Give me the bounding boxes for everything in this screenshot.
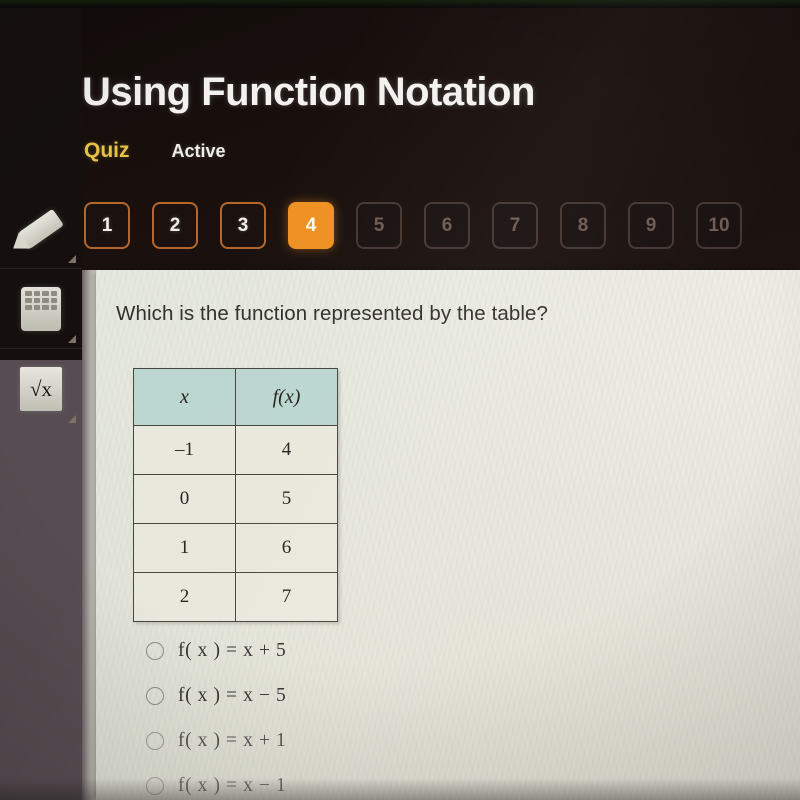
- quiz-status-row: Quiz Active: [84, 139, 226, 163]
- radio-button-icon[interactable]: [146, 731, 164, 750]
- radio-button-icon[interactable]: [146, 686, 164, 705]
- pagination-item-5: 5: [356, 202, 402, 249]
- table-row: 0 5: [133, 474, 338, 524]
- pagination-item-4-active[interactable]: 4: [288, 202, 334, 249]
- answer-options[interactable]: f( x ) = x + 5 f( x ) = x − 5 f( x ) = x…: [146, 628, 286, 800]
- table-cell-x: 1: [133, 523, 236, 573]
- answer-option-3[interactable]: f( x ) = x + 1: [146, 718, 286, 763]
- pencil-icon: [7, 208, 64, 257]
- question-pagination[interactable]: 1 2 3 4 5 6 7 8 9 10: [84, 202, 742, 249]
- calculator-tool[interactable]: [0, 270, 82, 349]
- answer-option-2[interactable]: f( x ) = x − 5: [146, 673, 286, 718]
- answer-option-label: f( x ) = x + 1: [178, 729, 287, 751]
- table-cell-fx: 4: [235, 425, 338, 475]
- quiz-screenshot: Using Function Notation Quiz Active 1 2 …: [0, 0, 800, 800]
- table-row: 2 7: [133, 572, 338, 622]
- quiz-header: Using Function Notation Quiz Active 1 2 …: [0, 8, 800, 272]
- table-header-fx: f(x): [235, 368, 338, 426]
- answer-option-label: f( x ) = x + 5: [178, 639, 287, 661]
- pagination-item-2[interactable]: 2: [152, 202, 198, 249]
- table-cell-fx: 6: [235, 523, 338, 573]
- table-header-x: x: [133, 368, 236, 426]
- pagination-item-10: 10: [696, 202, 742, 249]
- tool-corner-marker: [68, 255, 76, 263]
- status-badge: Active: [171, 141, 226, 161]
- tool-corner-marker: [68, 335, 76, 343]
- radio-button-icon[interactable]: [146, 641, 164, 660]
- pagination-item-6: 6: [424, 202, 470, 249]
- pagination-item-9: 9: [628, 202, 674, 249]
- table-row: 1 6: [133, 523, 338, 573]
- page-title: Using Function Notation: [82, 70, 535, 114]
- tool-rail: √x: [0, 8, 82, 800]
- table-cell-fx: 5: [235, 474, 338, 524]
- table-cell-x: 2: [133, 572, 236, 622]
- table-cell-x: 0: [133, 474, 236, 524]
- pagination-item-3[interactable]: 3: [220, 202, 266, 249]
- highlighter-tool[interactable]: [0, 190, 82, 269]
- table-header-row: x f(x): [133, 368, 338, 426]
- tool-corner-marker: [68, 415, 76, 423]
- answer-option-label: f( x ) = x − 5: [178, 684, 287, 706]
- quiz-label: Quiz: [84, 139, 130, 162]
- table-row: –1 4: [133, 425, 338, 475]
- pagination-item-7: 7: [492, 202, 538, 249]
- photo-bottom-fade: [0, 778, 800, 800]
- table-cell-fx: 7: [235, 572, 338, 622]
- calculator-icon: [21, 287, 61, 331]
- square-root-icon: √x: [20, 367, 62, 411]
- question-prompt: Which is the function represented by the…: [116, 302, 549, 325]
- function-table: x f(x) –1 4 0 5 1 6 2 7: [133, 368, 338, 622]
- formula-tool[interactable]: √x: [0, 350, 82, 428]
- table-cell-x: –1: [133, 425, 236, 475]
- answer-option-1[interactable]: f( x ) = x + 5: [146, 628, 286, 673]
- pagination-item-1[interactable]: 1: [84, 202, 130, 249]
- pagination-item-8: 8: [560, 202, 606, 249]
